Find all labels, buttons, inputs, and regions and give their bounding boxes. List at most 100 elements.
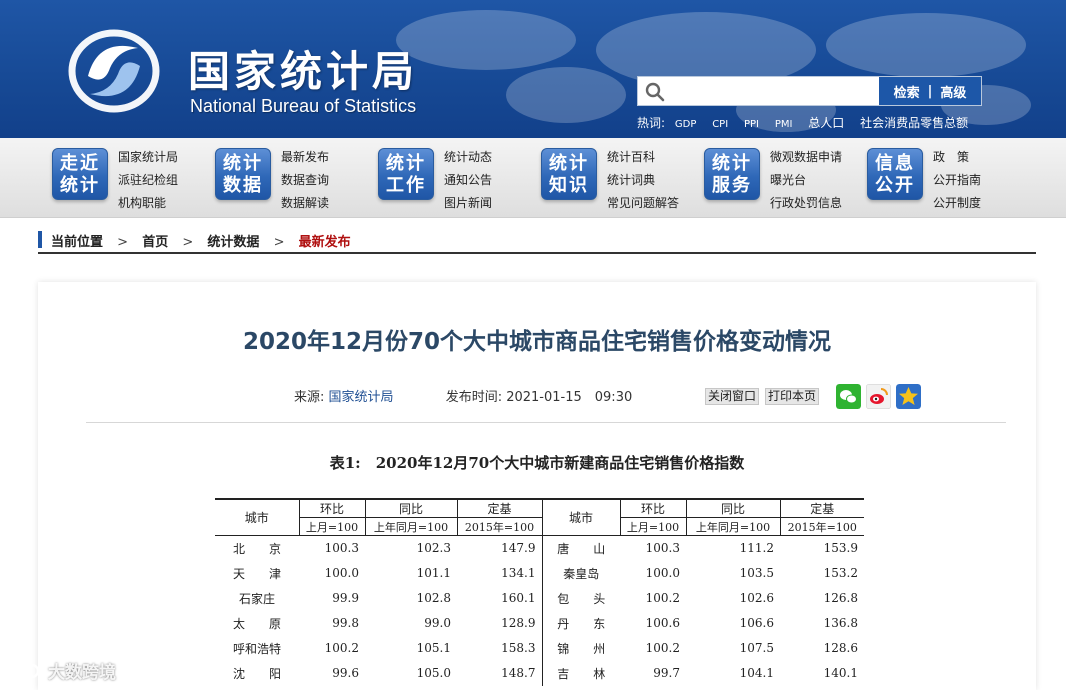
breadcrumb-arrow: > (273, 235, 285, 250)
table-row: 呼和浩特 100.2 105.1 158.3 锦 州 100.2 107.5 128.6 (215, 635, 864, 661)
breadcrumb-stats-data[interactable]: 统计数据 (207, 235, 259, 250)
value-cell: 99.8 (332, 616, 359, 630)
nav-link[interactable]: 数据查询 (281, 169, 329, 192)
nav-link[interactable]: 图片新闻 (444, 192, 492, 215)
value-cell: 128.9 (501, 616, 536, 630)
nav-link[interactable]: 统计百科 (607, 146, 679, 169)
value-cell: 126.8 (823, 591, 858, 605)
column-header-city: 城市 (541, 498, 620, 536)
nav-link[interactable]: 常见问题解答 (607, 192, 679, 215)
value-cell: 148.7 (501, 666, 536, 680)
nav-badge-disclosure[interactable]: 信息 公开 (867, 148, 923, 200)
breadcrumb-current[interactable]: 最新发布 (299, 235, 351, 250)
nav-badge-service[interactable]: 统计 服务 (704, 148, 760, 200)
nav-link[interactable]: 统计词典 (607, 169, 679, 192)
close-window-button[interactable]: 关闭窗口 (705, 388, 760, 405)
value-cell: 140.1 (823, 666, 858, 680)
breadcrumb-arrow: > (182, 235, 194, 250)
search-box: 检索 | 高级 (637, 76, 982, 106)
table-caption: 表1: 2020年12月70个大中城市新建商品住宅销售价格指数 (329, 454, 745, 472)
nav-link[interactable]: 派驻纪检组 (118, 169, 178, 192)
nav-link[interactable]: 统计动态 (444, 146, 492, 169)
favorite-star-icon[interactable] (896, 384, 921, 409)
nav-link[interactable]: 通知公告 (444, 169, 492, 192)
table-row: 石家庄 99.9 102.8 160.1 包 头 100.2 102.6 126.8 (215, 585, 864, 611)
value-cell: 107.5 (739, 641, 774, 655)
column-header: 同比 (685, 498, 780, 518)
watermark-logo-icon (8, 661, 48, 680)
article-title: 2020年12月份70个大中城市商品住宅销售价格变动情况 (242, 329, 832, 355)
city-cell: 呼和浩特 (232, 641, 281, 656)
nav-link[interactable]: 国家统计局 (118, 146, 178, 169)
hotword-link[interactable]: GDP (675, 119, 696, 130)
hotword-link[interactable]: CPI (712, 119, 728, 130)
nav-link[interactable]: 最新发布 (281, 146, 329, 169)
city-cell: 天 津 (232, 566, 281, 581)
value-cell: 106.6 (739, 616, 774, 630)
hotwords-bar: 热词: GDP CPI PPI PMI 总人口 社会消费品零售总额 (637, 114, 980, 131)
article-meta: 来源: 国家统计局 发布时间: 2021-01-15 09:30 (294, 386, 632, 405)
value-cell: 128.6 (823, 641, 858, 655)
table-row: 沈 阳 99.6 105.0 148.7 吉 林 99.7 104.1 140.1 (215, 660, 864, 686)
nav-link[interactable]: 机构职能 (118, 192, 178, 215)
column-subheader: 2015年=100 (779, 517, 864, 536)
table-row: 太 原 99.8 99.0 128.9 丹 东 100.6 106.6 136.8 (215, 610, 864, 636)
city-cell: 唐 山 (541, 535, 620, 561)
wechat-share-icon[interactable] (836, 384, 861, 409)
main-nav: 走近 统计 国家统计局 派驻纪检组 机构职能 统计 数据 最新发布 数据查询 数据解… (0, 138, 1066, 218)
value-cell: 100.2 (324, 641, 359, 655)
nav-badge-knowledge[interactable]: 统计 知识 (541, 148, 597, 200)
value-cell: 101.1 (416, 566, 451, 580)
meta-divider (86, 422, 1006, 423)
value-cell: 105.1 (416, 641, 451, 655)
nav-link[interactable]: 曝光台 (770, 169, 842, 192)
search-input[interactable] (670, 80, 875, 102)
weibo-share-icon[interactable] (866, 384, 891, 409)
column-subheader: 上月=100 (298, 517, 365, 536)
city-cell: 北 京 (232, 541, 281, 556)
nav-link[interactable]: 公开制度 (933, 192, 981, 215)
hotword-link[interactable]: PPI (744, 119, 759, 130)
nav-badge-work[interactable]: 统计 工作 (378, 148, 434, 200)
column-subheader: 上月=100 (619, 517, 686, 536)
hotword-link[interactable]: 社会消费品零售总额 (860, 116, 968, 130)
search-button[interactable]: 检索 (886, 82, 928, 101)
column-header: 定基 (456, 498, 542, 518)
column-header: 环比 (298, 498, 365, 518)
logo-chinese-title[interactable]: 国家统计局 (188, 38, 418, 99)
column-subheader: 上年同月=100 (685, 517, 780, 536)
city-cell: 太 原 (232, 616, 281, 631)
value-cell: 153.9 (823, 541, 858, 556)
hotword-link[interactable]: 总人口 (808, 116, 844, 130)
value-cell: 102.8 (416, 591, 451, 605)
watermark: 大数跨境 (8, 658, 116, 683)
value-cell: 102.3 (416, 541, 451, 556)
hotwords-label: 热词: (637, 116, 666, 130)
nav-link[interactable]: 公开指南 (933, 169, 981, 192)
city-cell: 丹 东 (541, 610, 620, 636)
city-cell: 石家庄 (238, 591, 275, 606)
value-cell: 100.2 (645, 641, 680, 655)
nav-link[interactable]: 数据解读 (281, 192, 329, 215)
price-index-table: 城市 环比 同比 定基 城市 环比 同比 定基 上月=100 上年同月=100 … (215, 498, 864, 686)
breadcrumb-arrow: > (117, 235, 129, 250)
nav-link[interactable]: 政 策 (933, 146, 981, 169)
nav-link[interactable]: 行政处罚信息 (770, 192, 842, 215)
watermark-text: 大数跨境 (48, 663, 116, 683)
hotword-link[interactable]: PMI (775, 119, 793, 130)
print-page-button[interactable]: 打印本页 (765, 388, 820, 405)
value-cell: 99.0 (424, 616, 451, 630)
time-label: 发布时间: (445, 390, 503, 405)
source-link[interactable]: 国家统计局 (329, 390, 394, 405)
value-cell: 153.2 (823, 566, 858, 580)
breadcrumb-home[interactable]: 首页 (142, 235, 168, 250)
breadcrumb-label: 当前位置 (51, 235, 104, 250)
advanced-search-button[interactable]: 高级 (932, 82, 974, 101)
logo-english-title[interactable]: National Bureau of Statistics (190, 96, 416, 117)
source-label: 来源: (294, 390, 325, 405)
value-cell: 100.0 (645, 566, 680, 580)
value-cell: 103.5 (739, 566, 774, 580)
nav-badge-about[interactable]: 走近 统计 (52, 148, 108, 200)
nav-badge-data[interactable]: 统计 数据 (215, 148, 271, 200)
nav-link[interactable]: 微观数据申请 (770, 146, 842, 169)
